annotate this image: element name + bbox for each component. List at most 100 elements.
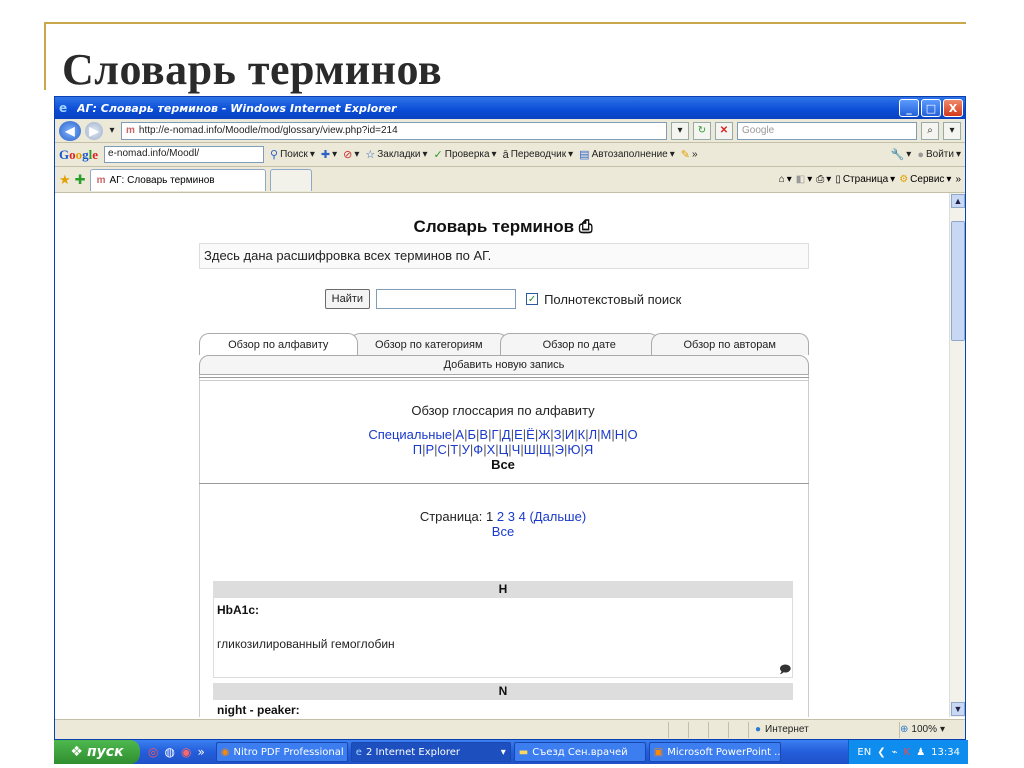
letter-link[interactable]: Р <box>425 442 434 457</box>
letter-link[interactable]: Щ <box>539 442 551 457</box>
letter-link[interactable]: А <box>455 427 464 442</box>
scroll-thumb[interactable] <box>951 221 965 341</box>
page-1: 1 <box>486 509 494 524</box>
back-button[interactable]: ◀ <box>59 120 81 141</box>
new-tab-button[interactable] <box>269 168 312 191</box>
start-button[interactable]: ❖ пуск <box>54 740 140 764</box>
letter-link[interactable]: З <box>554 427 562 442</box>
bookmarks-button[interactable]: ☆ Закладки ▾ <box>365 148 427 161</box>
quicklaunch-app-icon[interactable]: ◉ <box>181 745 191 759</box>
autofill-button[interactable]: ▤ Автозаполнение ▾ <box>579 148 675 161</box>
tab-alphabet[interactable]: Обзор по алфавиту <box>199 333 358 355</box>
zoom-control[interactable]: ⊕ 100% ▾ <box>900 724 965 735</box>
tab-glossary[interactable]: m АГ: Словарь терминов <box>89 168 266 191</box>
signin-button[interactable]: ● Войти ▾ <box>917 149 961 161</box>
minimize-button[interactable]: _ <box>899 99 919 117</box>
feeds-button[interactable]: ◧ ▾ <box>796 174 812 185</box>
comment-icon[interactable]: 🗩 <box>779 661 791 680</box>
letter-link[interactable]: П <box>413 442 422 457</box>
next-page-link[interactable]: (Дальше) <box>529 509 586 524</box>
task-internet-explorer[interactable]: e2 Internet Explorer ▾ <box>350 742 511 762</box>
letter-link[interactable]: Ж <box>538 427 550 442</box>
printer-icon[interactable]: ⎙ <box>579 217 593 236</box>
letter-link[interactable]: Х <box>487 442 496 457</box>
refresh-button[interactable]: ↻ <box>693 121 711 140</box>
all-pages-link[interactable]: Все <box>492 524 514 539</box>
fulltext-checkbox[interactable]: ✓ <box>526 293 539 305</box>
task-nitro-pdf[interactable]: ◉ Nitro PDF Professional <box>215 742 348 762</box>
letter-link[interactable]: У <box>462 442 470 457</box>
letter-link[interactable]: Ц <box>499 442 509 457</box>
search-button[interactable]: ⌕ <box>921 121 939 140</box>
page-3-link[interactable]: 3 <box>508 509 515 524</box>
task-powerpoint[interactable]: ▣ Microsoft PowerPoint ... <box>648 742 781 762</box>
letter-link[interactable]: И <box>565 427 574 442</box>
antivirus-icon[interactable]: K <box>904 747 911 758</box>
letter-link[interactable]: С <box>438 442 447 457</box>
url-dropdown-icon[interactable]: ▾ <box>671 121 689 140</box>
home-button[interactable]: ⌂ ▾ <box>779 174 792 185</box>
title-bar[interactable]: e АГ: Словарь терминов - Windows Interne… <box>55 97 965 119</box>
letter-link[interactable]: Ш <box>524 442 536 457</box>
letter-link[interactable]: Л <box>589 427 598 442</box>
forward-button[interactable]: ▶ <box>85 121 103 140</box>
popup-blocker-button[interactable]: ⊘ ▾ <box>343 148 359 161</box>
history-dropdown-icon[interactable]: ▾ <box>107 122 117 140</box>
letter-link[interactable]: О <box>628 427 638 442</box>
spellcheck-button[interactable]: ✓ Проверка ▾ <box>434 148 497 161</box>
tools-menu[interactable]: ⚙ Сервис ▾ <box>899 174 951 185</box>
letter-link[interactable]: Ф <box>473 442 483 457</box>
quicklaunch-more-icon[interactable]: » <box>197 745 204 759</box>
add-favorites-icon[interactable]: ✚ <box>75 172 86 188</box>
search-options-icon[interactable]: ▾ <box>943 121 961 140</box>
alphabet-row-1: Специальные|А|Б|В|Г|Д|Е|Ё|Ж|З|И|К|Л|М|Н|… <box>55 427 951 442</box>
scroll-up-icon[interactable]: ▲ <box>951 194 965 208</box>
print-button[interactable]: ⎙ ▾ <box>816 174 831 185</box>
letter-link[interactable]: Специальные <box>368 427 452 442</box>
letter-link[interactable]: Е <box>514 427 523 442</box>
google-search-input[interactable]: e-nomad.info/Moodl/ <box>104 146 265 163</box>
task-folder[interactable]: ▬ Съезд Сен.врачей <box>513 742 646 762</box>
find-button[interactable]: Найти <box>324 289 371 309</box>
spellcheck-icon: ✓ <box>433 149 443 161</box>
quicklaunch-opera-icon[interactable]: ◎ <box>148 745 158 759</box>
letter-link[interactable]: М <box>601 427 612 442</box>
chevron-more-icon[interactable]: » <box>955 174 961 185</box>
letter-link[interactable]: Ё <box>526 427 535 442</box>
language-indicator[interactable]: EN <box>857 747 871 758</box>
stop-button[interactable]: ✕ <box>715 121 733 140</box>
translator-button[interactable]: ā Переводчик ▾ <box>503 149 574 161</box>
settings-button[interactable]: 🔧 ▾ <box>891 148 912 161</box>
add-entry-link[interactable]: Добавить новую запись <box>199 355 809 375</box>
puzzle-button[interactable]: ✚ ▾ <box>321 148 337 161</box>
page-4-link[interactable]: 4 <box>519 509 526 524</box>
letter-link[interactable]: Я <box>584 442 593 457</box>
letter-link[interactable]: Э <box>555 442 564 457</box>
page-menu[interactable]: ▯ Страница ▾ <box>835 174 895 185</box>
maximize-button[interactable]: □ <box>921 99 941 117</box>
page-2-link[interactable]: 2 <box>497 509 504 524</box>
glossary-search-input[interactable] <box>376 289 517 309</box>
favorites-star-icon[interactable]: ★ <box>59 172 71 188</box>
letter-link[interactable]: Н <box>615 427 624 442</box>
url-input[interactable]: m http://e-nomad.info/Moodle/mod/glossar… <box>121 121 667 140</box>
google-search-button[interactable]: ⚲ Поиск ▾ <box>270 148 315 161</box>
letter-link[interactable]: Ю <box>567 442 580 457</box>
scroll-down-icon[interactable]: ▼ <box>951 702 965 716</box>
vertical-scrollbar[interactable]: ▲ ▼ <box>949 193 965 717</box>
network-icon[interactable]: ⌁ <box>892 747 898 758</box>
tab-date[interactable]: Обзор по дате <box>500 333 659 355</box>
tab-categories[interactable]: Обзор по категориям <box>349 333 508 355</box>
letter-link[interactable]: В <box>479 427 488 442</box>
star-icon: ☆ <box>365 149 376 161</box>
user-icon[interactable]: ♟ <box>916 747 925 758</box>
close-button[interactable]: X <box>943 99 963 117</box>
quicklaunch-browser-icon[interactable]: ◍ <box>164 745 174 759</box>
highlighter-button[interactable]: ✎» <box>681 148 698 161</box>
letter-link[interactable]: Г <box>491 427 498 442</box>
tray-arrow-icon[interactable]: ❮ <box>877 747 885 758</box>
letter-link[interactable]: Д <box>502 427 511 442</box>
search-input[interactable]: Google <box>737 121 917 140</box>
tab-authors[interactable]: Обзор по авторам <box>650 333 809 355</box>
letter-link[interactable]: Б <box>467 427 476 442</box>
